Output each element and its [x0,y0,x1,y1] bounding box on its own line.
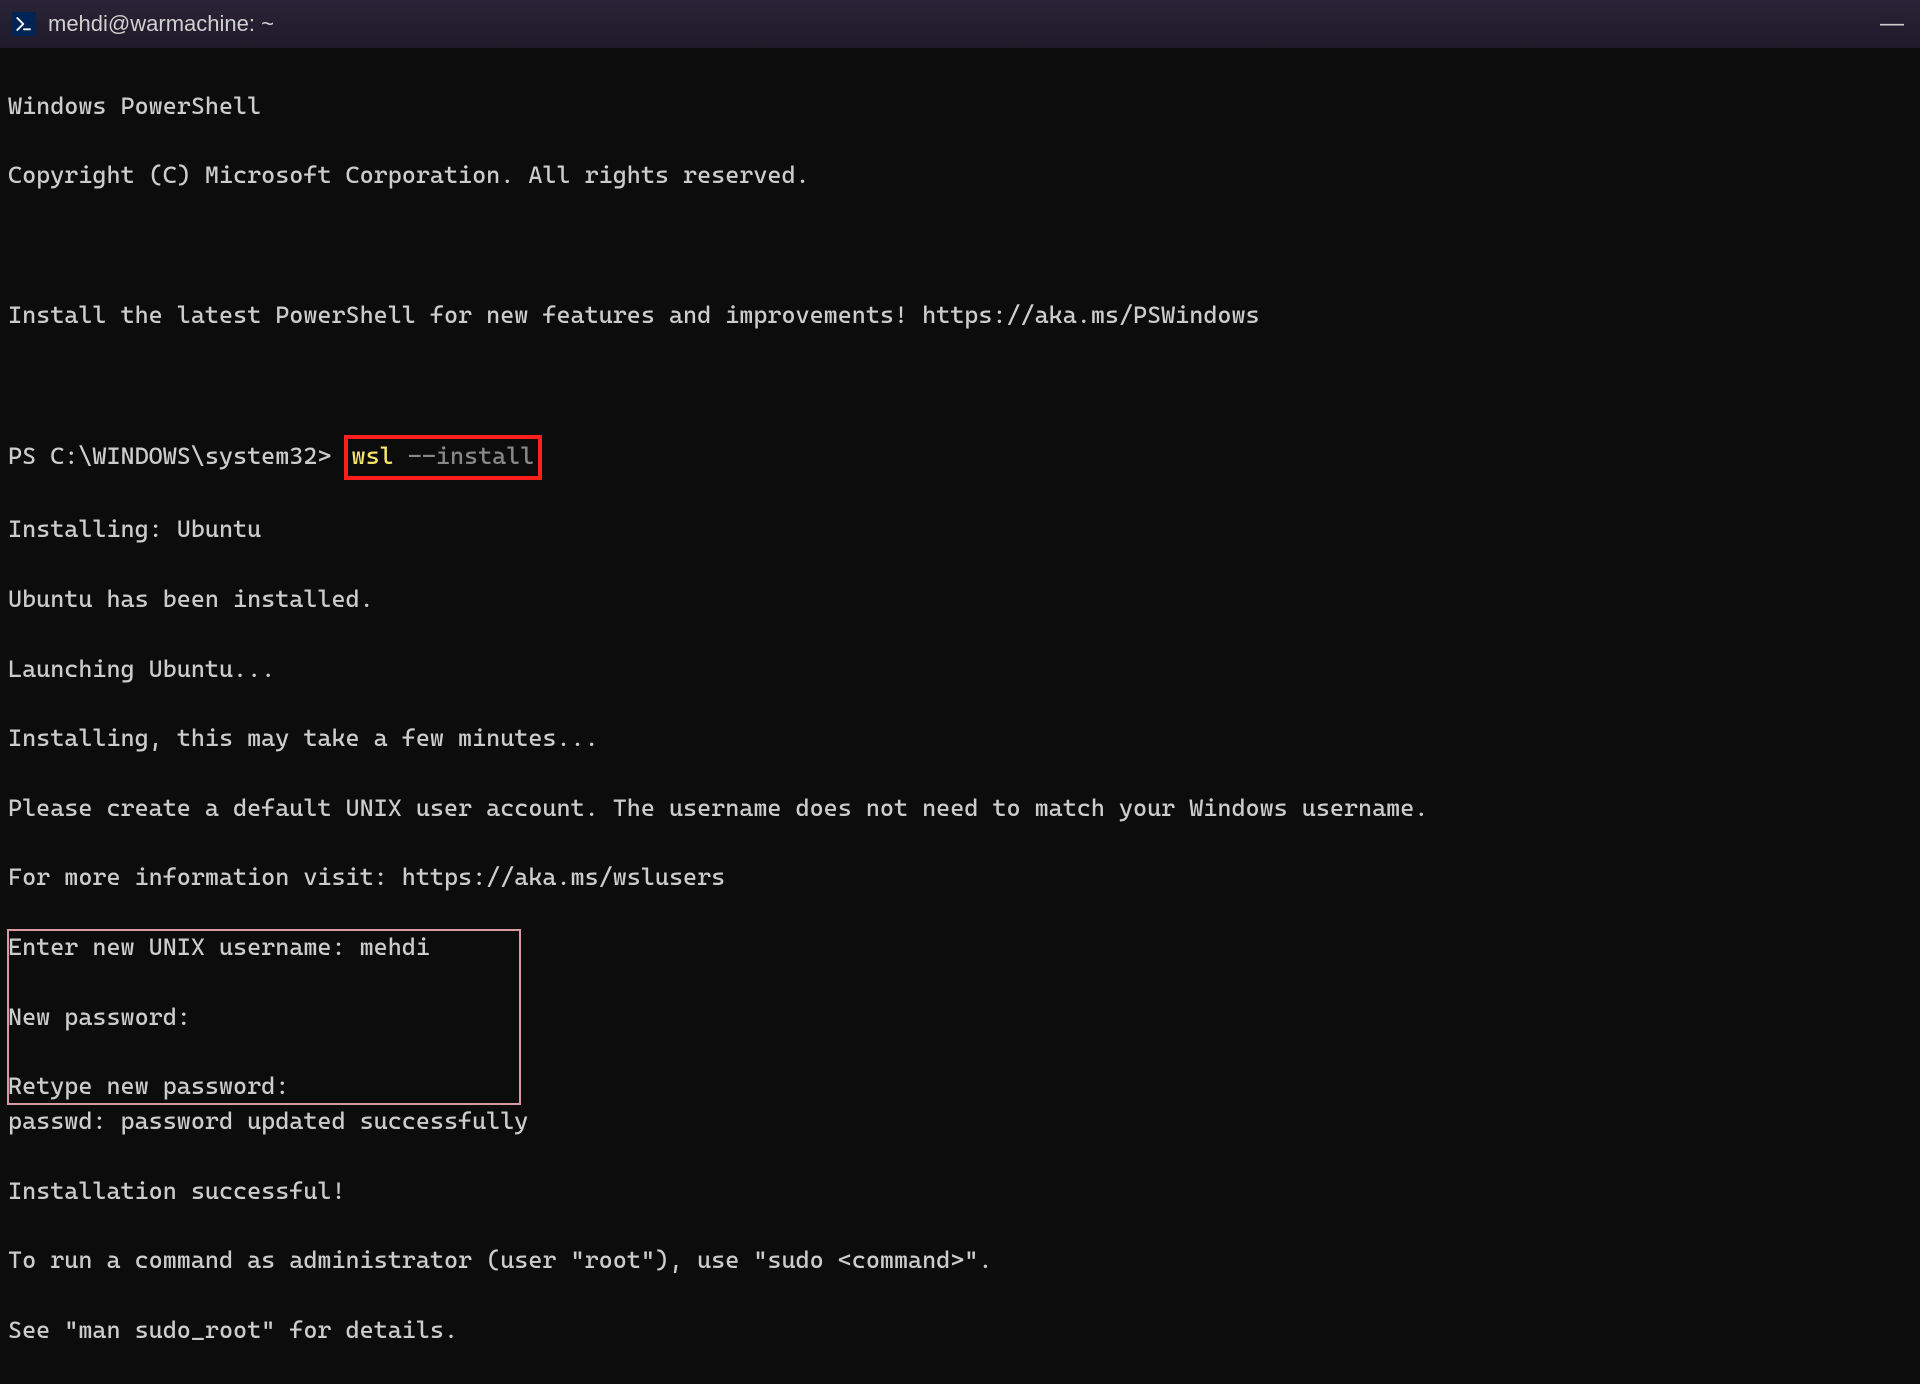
output-line: Enter new UNIX username: mehdi [8,930,430,965]
window-controls: — [1864,0,1920,48]
blank-line [8,228,1912,263]
command-name: wsl [352,442,394,470]
output-line: Installation successful! [8,1174,1912,1209]
output-line: Retype new password: [8,1069,430,1104]
command-arg: --install [408,442,535,470]
highlighted-command: wsl --install [346,437,541,478]
minimize-button[interactable]: — [1864,0,1920,48]
ps-prompt: PS C:\WINDOWS\system32> [8,442,331,470]
output-line: See "man sudo_root" for details. [8,1313,1912,1348]
highlighted-credentials: Enter new UNIX username: mehdi New passw… [8,930,520,1104]
output-line: To run a command as administrator (user … [8,1243,1912,1278]
output-line: Windows PowerShell [8,89,1912,124]
blank-line [8,367,1912,402]
output-line: Copyright (C) Microsoft Corporation. All… [8,158,1912,193]
prompt-line: PS C:\WINDOWS\system32> wsl --install [8,437,1912,478]
output-line: Launching Ubuntu... [8,652,1912,687]
output-line: passwd: password updated successfully [8,1104,1912,1139]
output-line: Please create a default UNIX user accoun… [8,791,1912,826]
output-line: Ubuntu has been installed. [8,582,1912,617]
output-line: Installing, this may take a few minutes.… [8,721,1912,756]
output-line: New password: [8,1000,430,1035]
output-line: Installing: Ubuntu [8,512,1912,547]
window-title: mehdi@warmachine: ~ [48,11,274,37]
output-line: For more information visit: https://aka.… [8,860,1912,895]
output-line: Install the latest PowerShell for new fe… [8,298,1912,333]
window-titlebar: mehdi@warmachine: ~ — [0,0,1920,48]
terminal-output[interactable]: Windows PowerShell Copyright (C) Microso… [0,48,1920,1384]
powershell-icon [12,12,36,36]
